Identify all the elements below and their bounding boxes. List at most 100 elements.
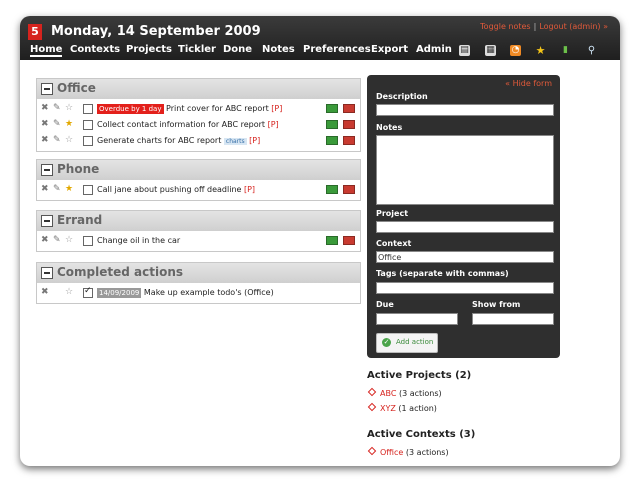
context-phone: Phone ✖ ✎ ★ Call jane about pushing off …	[36, 159, 361, 201]
collapse-toggle-icon[interactable]	[41, 267, 53, 279]
action-description: Generate charts for ABC report charts [P…	[97, 136, 260, 145]
action-description: 14/09/2009 Make up example todo's (Offic…	[97, 288, 274, 298]
action-row: ✖ ✎ ★ Collect contact information for AB…	[37, 117, 360, 133]
due-input[interactable]	[376, 313, 458, 325]
completed-actions: Completed actions ✖ ☆ 14/09/2009 Make up…	[36, 262, 361, 304]
action-description: Overdue by 1 day Print cover for ABC rep…	[97, 104, 282, 114]
hide-form-link[interactable]: « Hide form	[505, 79, 552, 88]
nav-projects[interactable]: Projects	[126, 44, 172, 55]
action-row: ✖ ✎ ☆ Change oil in the car	[37, 233, 360, 249]
defer-icon[interactable]	[326, 120, 338, 129]
nav-contexts[interactable]: Contexts	[70, 44, 120, 55]
defer-week-icon[interactable]	[343, 136, 355, 145]
nav-export[interactable]: Export	[371, 44, 408, 55]
star-icon[interactable]: ☆	[65, 135, 73, 145]
context-link[interactable]: Office	[380, 448, 403, 457]
context-title: Phone	[57, 162, 100, 176]
defer-icon[interactable]	[326, 185, 338, 194]
delete-icon[interactable]: ✖	[41, 135, 49, 145]
context-input[interactable]: Office	[376, 251, 554, 263]
defer-week-icon[interactable]	[343, 236, 355, 245]
project-input[interactable]	[376, 221, 554, 233]
top-links-separator: |	[533, 22, 537, 31]
defer-week-icon[interactable]	[343, 104, 355, 113]
show-from-label: Show from	[472, 300, 521, 309]
star-filled-icon[interactable]: ★	[65, 119, 73, 129]
project-link[interactable]: ABC	[380, 389, 396, 398]
action-description: Collect contact information for ABC repo…	[97, 120, 279, 129]
check-icon: ✓	[382, 338, 391, 347]
active-contexts-title: Active Contexts (3)	[367, 429, 476, 440]
delete-icon[interactable]: ✖	[41, 119, 49, 129]
defer-icon[interactable]	[326, 136, 338, 145]
context-office: Office ✖ ✎ ☆ Overdue by 1 day Print cove…	[36, 78, 361, 152]
edit-icon[interactable]: ✎	[53, 235, 61, 245]
star-icon[interactable]: ☆	[65, 235, 73, 245]
edit-icon[interactable]: ✎	[53, 135, 61, 145]
tag-badge[interactable]: charts	[223, 138, 247, 145]
action-text: Collect contact information for ABC repo…	[97, 120, 266, 129]
add-action-label: Add action	[396, 338, 434, 346]
show-from-input[interactable]	[472, 313, 554, 325]
complete-checkbox[interactable]	[83, 120, 93, 130]
collapse-toggle-icon[interactable]	[41, 83, 53, 95]
star-filled-icon[interactable]: ★	[65, 184, 73, 194]
tags-input[interactable]	[376, 282, 554, 294]
rss-icon[interactable]: ◔	[510, 45, 521, 56]
project-count: (3 actions)	[398, 389, 442, 398]
defer-week-icon[interactable]	[343, 185, 355, 194]
stats-icon[interactable]: ▮	[560, 45, 571, 56]
action-row: ✖ ✎ ☆ Overdue by 1 day Print cover for A…	[37, 101, 360, 117]
nav-done[interactable]: Done	[223, 44, 252, 55]
delete-icon[interactable]: ✖	[41, 235, 49, 245]
nav-preferences[interactable]: Preferences	[303, 44, 371, 55]
calendar-icon: 5	[28, 24, 42, 40]
project-link[interactable]: [P]	[244, 185, 255, 194]
complete-checkbox[interactable]	[83, 104, 93, 114]
edit-icon[interactable]: ✎	[53, 119, 61, 129]
new-action-form: « Hide form Description Notes Project Co…	[367, 75, 560, 358]
print-icon[interactable]: ▤	[459, 45, 470, 56]
edit-icon[interactable]: ✎	[53, 184, 61, 194]
action-description: Change oil in the car	[97, 236, 180, 245]
nav-notes[interactable]: Notes	[262, 44, 295, 55]
bullet-icon	[367, 446, 377, 456]
toggle-notes-link[interactable]: Toggle notes	[480, 22, 530, 31]
add-action-button[interactable]: ✓ Add action	[376, 333, 438, 353]
collapse-toggle-icon[interactable]	[41, 164, 53, 176]
nav-tickler[interactable]: Tickler	[178, 44, 216, 55]
project-link[interactable]: [P]	[268, 120, 279, 129]
description-input[interactable]	[376, 104, 554, 116]
complete-checkbox[interactable]	[83, 236, 93, 246]
action-description: Call jane about pushing off deadline [P]	[97, 185, 255, 194]
search-icon[interactable]: ⚲	[586, 45, 597, 56]
nav-home[interactable]: Home	[30, 44, 63, 57]
action-text: Print cover for ABC report	[166, 104, 269, 113]
calendar-icon[interactable]: ▦	[485, 45, 496, 56]
project-link[interactable]: [P]	[249, 136, 260, 145]
completed-date: 14/09/2009	[97, 288, 142, 298]
defer-icon[interactable]	[326, 104, 338, 113]
project-link[interactable]: XYZ	[380, 404, 396, 413]
defer-icon[interactable]	[326, 236, 338, 245]
bullet-icon	[367, 387, 377, 397]
complete-checkbox[interactable]	[83, 185, 93, 195]
collapse-toggle-icon[interactable]	[41, 215, 53, 227]
project-list-item: ABC (3 actions)	[367, 387, 442, 398]
complete-checkbox[interactable]	[83, 286, 93, 298]
project-link[interactable]: [P]	[271, 104, 282, 113]
star-icon[interactable]: ☆	[65, 103, 73, 113]
star-icon[interactable]: ★	[535, 45, 546, 56]
edit-icon[interactable]: ✎	[53, 103, 61, 113]
complete-checkbox[interactable]	[83, 136, 93, 146]
nav-admin[interactable]: Admin	[416, 44, 452, 55]
delete-icon[interactable]: ✖	[41, 184, 49, 194]
delete-icon[interactable]: ✖	[41, 103, 49, 113]
notes-textarea[interactable]	[376, 135, 554, 205]
action-text: Make up example todo's (Office)	[143, 288, 274, 297]
star-icon[interactable]: ☆	[65, 287, 73, 297]
logout-link[interactable]: Logout (admin) »	[539, 22, 608, 31]
context-header: Completed actions	[37, 263, 360, 283]
delete-icon[interactable]: ✖	[41, 287, 49, 297]
defer-week-icon[interactable]	[343, 120, 355, 129]
